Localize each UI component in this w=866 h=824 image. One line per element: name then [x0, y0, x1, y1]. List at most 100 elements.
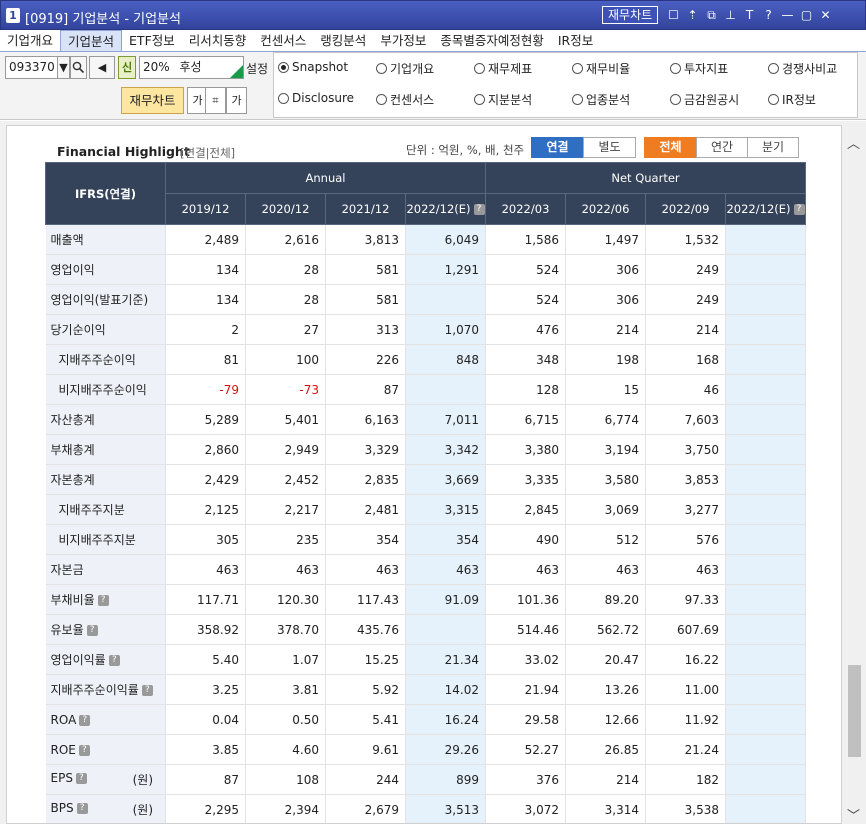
table-cell: 2,452	[245, 464, 326, 495]
radio-10[interactable]: 금감원공시	[670, 91, 739, 108]
radio-3[interactable]: 재무비율	[572, 60, 630, 77]
radio-0[interactable]: Snapshot	[278, 60, 348, 74]
table-cell: 13.26	[565, 674, 646, 705]
table-row: 자본금 463 463 463 463 463 463 463	[45, 554, 806, 585]
row-label-text: 지배주주순이익률	[50, 683, 139, 697]
help-icon[interactable]: ?	[473, 204, 485, 215]
table-cell: 11.92	[645, 704, 726, 735]
column-label: 2022/12(E)	[406, 202, 471, 216]
stock-code-input[interactable]: 093370	[5, 56, 58, 79]
quarter-header: Net Quarter	[485, 162, 806, 194]
table-cell: 313	[325, 314, 406, 345]
upload-icon[interactable]: ⇡	[685, 6, 700, 24]
chart-button[interactable]: 재무차트	[602, 6, 659, 24]
scroll-thumb[interactable]	[848, 665, 861, 757]
radio-6[interactable]: Disclosure	[278, 91, 354, 105]
table-cell: 6,715	[485, 404, 566, 435]
radio-dot-icon	[572, 63, 583, 74]
radio-dot-icon	[670, 94, 681, 105]
row-label: 자본총계	[45, 464, 166, 495]
radio-7[interactable]: 컨센서스	[376, 91, 434, 108]
table-row: 비지배주주지분 305 235 354 354 490 512 576	[45, 524, 806, 555]
code-dropdown-icon[interactable]: ▼	[57, 56, 70, 79]
radio-2[interactable]: 재무제표	[474, 60, 532, 77]
menu-item-2[interactable]: ETF정보	[122, 30, 182, 51]
vertical-scrollbar[interactable]: ︿ ﹀	[845, 121, 864, 824]
table-row: 매출액 2,489 2,616 3,813 6,049 1,586 1,497 1,532	[45, 224, 806, 255]
help-icon[interactable]: ?	[108, 655, 120, 666]
tab-quarter[interactable]: 분기	[747, 137, 799, 158]
menu-item-7[interactable]: 종목별증자예정현황	[433, 30, 551, 51]
table-cell: 15	[565, 374, 646, 405]
radio-11[interactable]: IR정보	[768, 91, 816, 108]
pin-icon[interactable]: ⊥	[723, 6, 738, 24]
table-cell: 3,069	[565, 494, 646, 525]
close-icon[interactable]: ✕	[818, 6, 833, 24]
setting-button[interactable]: 설정	[246, 60, 268, 77]
table-cell: 1,532	[645, 224, 726, 255]
scroll-up-icon[interactable]: ︿	[847, 133, 860, 152]
font-icon[interactable]: T	[742, 6, 757, 24]
help-icon[interactable]: ?	[75, 773, 87, 784]
radio-dot-icon	[768, 94, 779, 105]
maximize-icon[interactable]: ▢	[799, 6, 814, 24]
table-cell	[725, 644, 806, 675]
table-cell	[725, 344, 806, 375]
stock-name-input[interactable]: 20% 후성	[139, 56, 244, 79]
help-icon[interactable]: ?	[761, 6, 776, 24]
menu-item-6[interactable]: 부가정보	[373, 30, 433, 51]
table-cell: 463	[485, 554, 566, 585]
corner-triangle-icon	[230, 65, 243, 78]
table-cell: 168	[645, 344, 726, 375]
radio-8[interactable]: 지분분석	[474, 91, 532, 108]
copy-icon[interactable]: ⧉	[704, 6, 719, 24]
menu-item-4[interactable]: 컨센서스	[253, 30, 313, 51]
scroll-down-icon[interactable]: ﹀	[847, 805, 860, 824]
help-icon[interactable]: ?	[793, 204, 805, 215]
table-row: 자본총계 2,429 2,452 2,835 3,669 3,335 3,580 3,853	[45, 464, 806, 495]
capture-icon[interactable]: ⌗	[205, 87, 226, 114]
radio-9[interactable]: 업종분석	[572, 91, 630, 108]
help-icon[interactable]: ?	[141, 685, 153, 696]
font-decrease-icon[interactable]: 가	[226, 87, 247, 114]
table-cell: 1,070	[405, 314, 486, 345]
speaker-icon[interactable]: ◀	[89, 56, 115, 79]
help-icon[interactable]: ?	[78, 744, 90, 756]
search-icon[interactable]	[70, 56, 87, 79]
tab-separate[interactable]: 별도	[583, 137, 636, 158]
chat-icon[interactable]: ☐	[666, 6, 681, 24]
help-icon[interactable]: ?	[79, 714, 91, 726]
table-cell	[725, 284, 806, 315]
tab-annual[interactable]: 연간	[696, 137, 748, 158]
help-icon[interactable]: ?	[97, 595, 109, 606]
new-button[interactable]: 신	[118, 56, 136, 79]
radio-dot-icon	[376, 63, 387, 74]
help-icon[interactable]: ?	[76, 803, 88, 814]
menu-item-5[interactable]: 랭킹분석	[313, 30, 373, 51]
tab-consolidated[interactable]: 연결	[531, 137, 584, 158]
radio-label: 재무제표	[488, 62, 533, 76]
menu-item-0[interactable]: 기업개요	[0, 30, 60, 51]
financial-chart-button[interactable]: 재무차트	[121, 87, 184, 114]
minimize-icon[interactable]: —	[780, 6, 795, 24]
table-cell: 0.04	[165, 704, 246, 735]
table-row: 당기순이익 2 27 313 1,070 476 214 214	[45, 314, 806, 345]
table-cell: 358.92	[165, 614, 246, 645]
menu-item-1[interactable]: 기업분석	[60, 30, 123, 51]
table-cell: 9.61	[325, 734, 406, 765]
table-cell: 1,497	[565, 224, 646, 255]
tab-all[interactable]: 전체	[644, 137, 697, 158]
column-header: 2019/12	[165, 193, 246, 225]
radio-4[interactable]: 투자지표	[670, 60, 728, 77]
help-icon[interactable]: ?	[86, 625, 98, 636]
table-cell: 1,586	[485, 224, 566, 255]
table-cell	[725, 764, 806, 795]
row-label: 영업이익률?	[45, 644, 166, 675]
unit-text: (원)	[132, 803, 153, 817]
table-cell: 5.40	[165, 644, 246, 675]
radio-1[interactable]: 기업개요	[376, 60, 434, 77]
menu-item-8[interactable]: IR정보	[551, 30, 600, 51]
menu-item-3[interactable]: 리서치동향	[182, 30, 254, 51]
unit-label: 단위 : 억원, %, 배, 천주	[406, 143, 525, 157]
radio-5[interactable]: 경쟁사비교	[768, 60, 837, 77]
